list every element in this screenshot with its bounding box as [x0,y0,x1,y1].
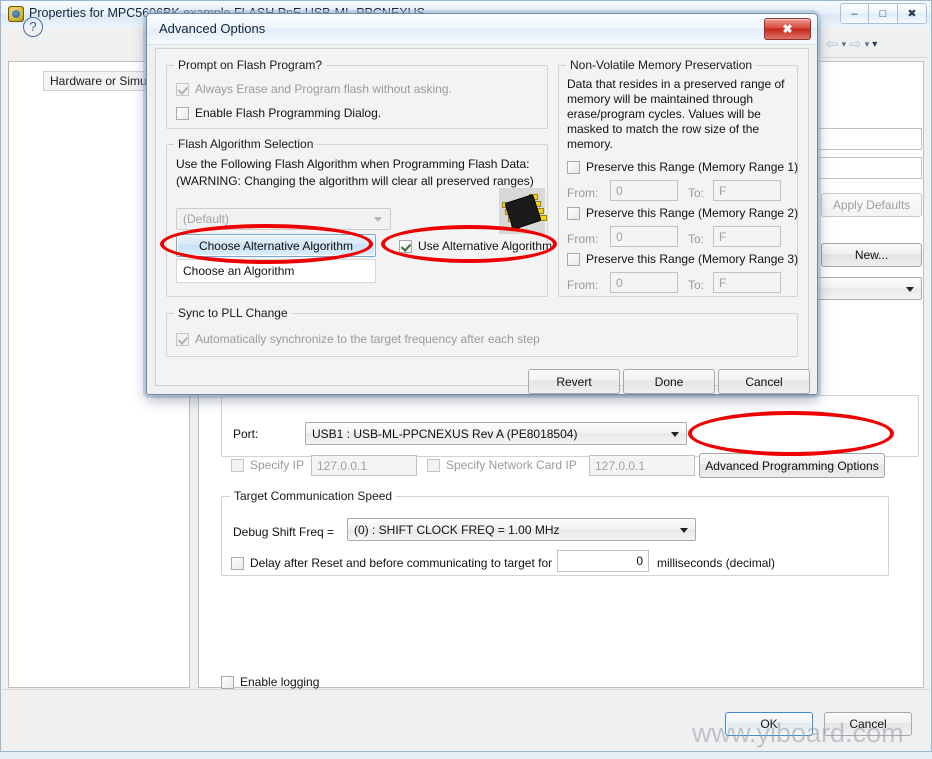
flash-algorithm-combo-value: (Default) [183,212,230,226]
back-caret-icon[interactable]: ▾ [842,39,847,50]
range-2-to-label: To: [688,232,705,246]
debug-shift-freq-label: Debug Shift Freq = [233,525,335,539]
window-control-buttons: – □ ✖ [840,3,927,24]
advanced-options-title: Advanced Options [159,21,266,36]
help-icon[interactable]: ? [23,17,43,37]
nvm-description: Data that resides in a preserved range o… [567,77,785,151]
specify-network-card-ip-row[interactable]: Specify Network Card IP [427,458,577,472]
specify-ip-checkbox[interactable] [231,458,244,472]
forward-caret-icon[interactable]: ▾ [865,39,870,50]
range-2-from-input[interactable]: 0 [610,226,678,247]
always-erase-label: Always Erase and Program flash without a… [195,82,452,96]
range-3-from-input[interactable]: 0 [610,272,678,293]
use-alternative-algorithm-label: Use Alternative Algorithm [418,239,553,253]
specify-network-card-ip-checkbox[interactable] [427,458,440,472]
watermark: www.yiboard.com [692,718,904,748]
range-1-to-input[interactable]: F [713,180,781,201]
enable-logging-row[interactable]: Enable logging [221,675,319,689]
new-button[interactable]: New... [821,243,922,267]
port-label: Port: [233,427,259,441]
specify-network-card-ip-label: Specify Network Card IP [446,458,577,472]
specify-ip-row[interactable]: Specify IP [231,458,304,472]
properties-nav-toolbar: ⇦ ▾ ⇨ ▾ ▾ [822,32,928,58]
revert-button[interactable]: Revert [528,369,620,394]
choose-alternative-algorithm-button[interactable]: Choose Alternative Algorithm [176,234,376,257]
auto-sync-checkbox [176,332,189,346]
menu-caret-icon[interactable]: ▾ [872,39,877,50]
preserve-range-3-checkbox[interactable] [567,252,580,266]
advanced-options-body: Prompt on Flash Program? Always Erase an… [155,48,810,394]
use-alternative-algorithm-checkbox[interactable] [399,239,412,253]
preserve-range-3-row[interactable]: Preserve this Range (Memory Range 3) [567,252,798,266]
config-field-1[interactable] [815,128,922,150]
algorithm-description-line2: (WARNING: Changing the algorithm will cl… [176,174,534,188]
range-1-from-label: From: [567,186,599,200]
sync-to-pll-change-label: Sync to PLL Change [174,306,292,320]
specify-network-card-ip-input[interactable]: 127.0.0.1 [589,455,695,476]
algorithm-description-line1: Use the Following Flash Algorithm when P… [176,157,530,171]
auto-sync-label: Automatically synchronize to the target … [195,332,540,346]
config-field-2[interactable] [815,157,922,179]
always-erase-checkbox [176,82,189,96]
port-combo-value: USB1 : USB-ML-PPCNEXUS Rev A (PE8018504) [312,426,578,441]
preserve-range-2-row[interactable]: Preserve this Range (Memory Range 2) [567,206,798,220]
preserve-range-1-label: Preserve this Range (Memory Range 1) [586,160,799,174]
choose-an-algorithm-list-row[interactable]: Choose an Algorithm [176,259,376,283]
enable-logging-checkbox[interactable] [221,675,234,689]
advanced-options-titlebar: Advanced Options ✖ [147,14,817,45]
close-icon[interactable]: ✖ [898,3,927,24]
flash-algorithm-selection-label: Flash Algorithm Selection [174,137,318,151]
dialog-cancel-button[interactable]: Cancel [718,369,810,394]
always-erase-row[interactable]: Always Erase and Program flash without a… [176,82,452,96]
advanced-options-dialog: Advanced Options ✖ Prompt on Flash Progr… [146,13,818,395]
advanced-programming-options-button[interactable]: Advanced Programming Options [699,453,885,478]
screenshot-root: Properties for MPC5606BK example FLASH P… [0,0,932,759]
delay-after-reset-row[interactable]: Delay after Reset and before communicati… [231,556,552,570]
preserve-range-1-checkbox[interactable] [567,160,580,174]
range-3-to-label: To: [688,278,705,292]
range-1-to-label: To: [688,186,705,200]
enable-flash-programming-dialog-checkbox[interactable] [176,106,189,120]
ic-chip-icon [499,188,547,234]
target-communication-speed-label: Target Communication Speed [230,489,397,503]
enable-flash-programming-dialog-label: Enable Flash Programming Dialog. [195,106,382,120]
port-combo[interactable]: USB1 : USB-ML-PPCNEXUS Rev A (PE8018504) [305,422,687,445]
preserve-range-1-row[interactable]: Preserve this Range (Memory Range 1) [567,160,798,174]
specify-ip-input[interactable]: 127.0.0.1 [311,455,417,476]
use-alternative-algorithm-row[interactable]: Use Alternative Algorithm [399,239,552,253]
forward-arrow-icon[interactable]: ⇨ [849,37,862,52]
minimize-icon[interactable]: – [840,3,869,24]
maximize-icon[interactable]: □ [869,3,898,24]
preserve-range-2-checkbox[interactable] [567,206,580,220]
range-1-from-input[interactable]: 0 [610,180,678,201]
delay-units-label: milliseconds (decimal) [657,556,776,570]
properties-window-icon [8,6,24,22]
nvm-preservation-label: Non-Volatile Memory Preservation [566,58,757,72]
dialog-close-icon[interactable]: ✖ [764,18,811,40]
done-button[interactable]: Done [623,369,715,394]
prompt-on-flash-program-label: Prompt on Flash Program? [174,58,327,72]
range-2-to-input[interactable]: F [713,226,781,247]
flash-algorithm-combo[interactable]: (Default) [176,208,391,230]
apply-defaults-button[interactable]: Apply Defaults [821,193,922,217]
delay-value-input[interactable]: 0 [557,550,649,572]
enable-flash-programming-dialog-row[interactable]: Enable Flash Programming Dialog. [176,106,381,120]
delay-after-reset-checkbox[interactable] [231,556,244,570]
debug-shift-freq-value: (0) : SHIFT CLOCK FREQ = 1.00 MHz [354,522,560,537]
range-2-from-label: From: [567,232,599,246]
preserve-range-3-label: Preserve this Range (Memory Range 3) [586,252,799,266]
range-3-to-input[interactable]: F [713,272,781,293]
preserve-range-2-label: Preserve this Range (Memory Range 2) [586,206,799,220]
enable-logging-label: Enable logging [240,675,320,689]
back-arrow-icon[interactable]: ⇦ [826,37,839,52]
delay-after-reset-label: Delay after Reset and before communicati… [250,556,553,570]
range-3-from-label: From: [567,278,599,292]
specify-ip-label: Specify IP [250,458,305,472]
debug-shift-freq-combo[interactable]: (0) : SHIFT CLOCK FREQ = 1.00 MHz [347,518,696,541]
auto-sync-row[interactable]: Automatically synchronize to the target … [176,332,540,346]
